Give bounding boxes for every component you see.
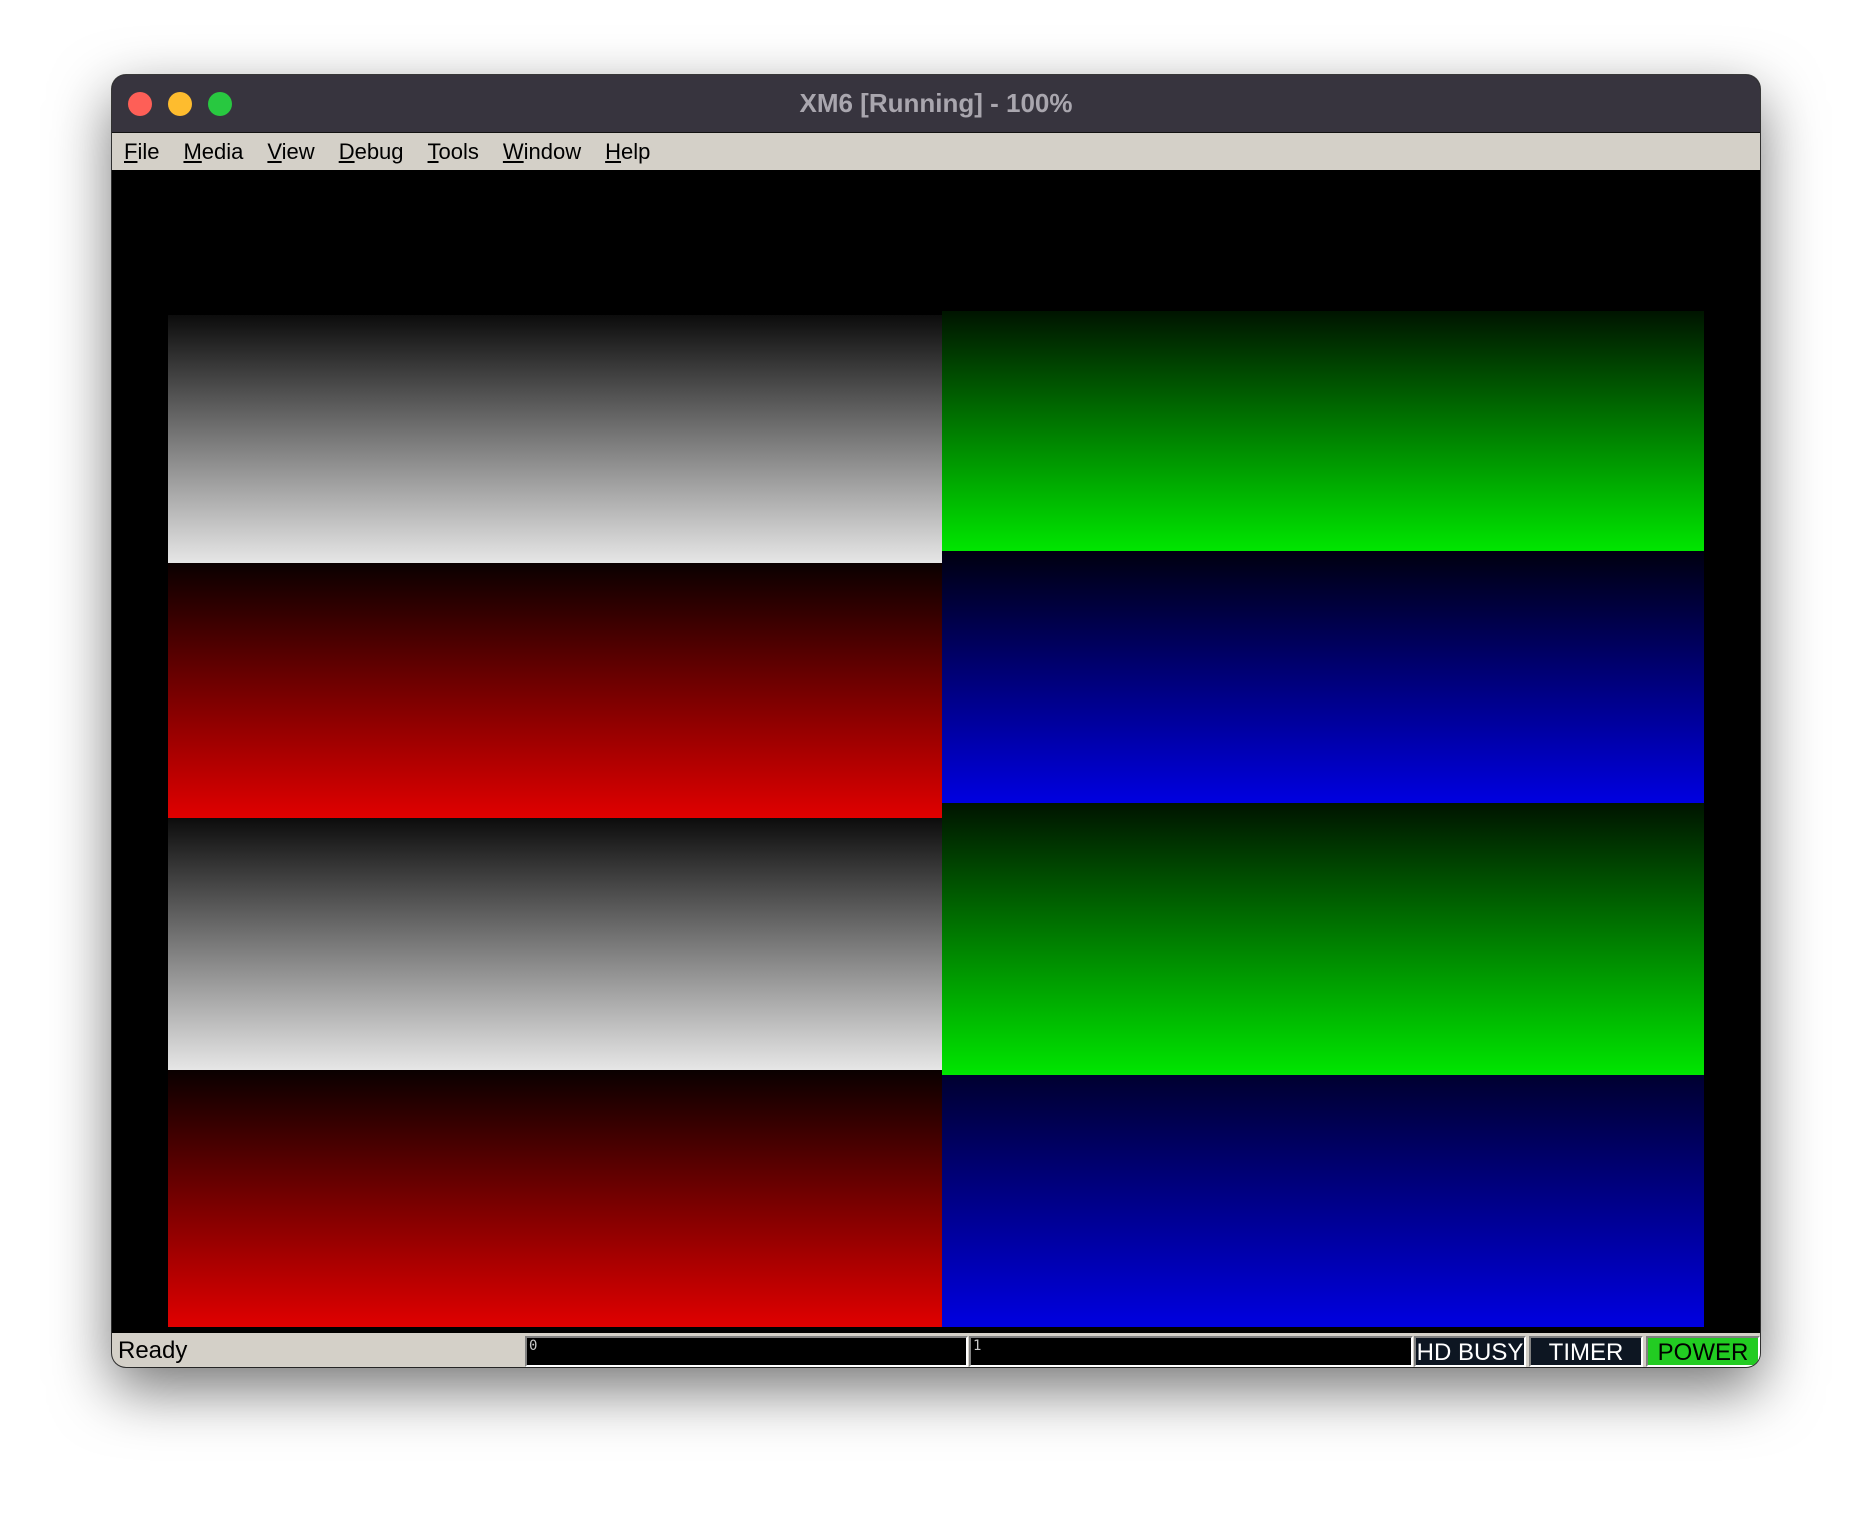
menu-label-rest: iew (281, 138, 315, 164)
menu-mnemonic: W (502, 138, 524, 164)
drive-0-label: 0 (529, 1338, 538, 1354)
red-gradient-2-panel (168, 1070, 942, 1327)
menu-label-rest: ebug (354, 138, 404, 164)
menu-label-rest: ools (438, 138, 479, 164)
menu-debug[interactable]: Debug (339, 139, 404, 165)
menu-tools[interactable]: Tools (428, 139, 479, 165)
power-indicator: POWER (1646, 1336, 1760, 1367)
menu-bar: File Media View Debug Tools Window Help (112, 133, 1760, 170)
green-gradient-2-panel (942, 803, 1704, 1075)
window-title: XM6 [Running] - 100% (799, 88, 1073, 118)
menu-file[interactable]: File (124, 139, 159, 165)
menu-mnemonic: F (124, 138, 138, 164)
menu-view[interactable]: View (267, 139, 314, 165)
menu-label-rest: ile (137, 138, 160, 164)
menu-label-rest: edia (201, 138, 244, 164)
hd-busy-indicator: HD BUSY (1414, 1336, 1526, 1367)
menu-mnemonic: T (427, 138, 439, 164)
menu-mnemonic: V (267, 138, 282, 164)
status-message: Ready (118, 1337, 188, 1364)
floppy-drive-1-status[interactable]: 1 (969, 1336, 1413, 1367)
timer-indicator: TIMER (1529, 1336, 1643, 1367)
menu-mnemonic: M (183, 138, 202, 164)
menu-window[interactable]: Window (503, 139, 581, 165)
drive-1-label: 1 (973, 1338, 982, 1354)
floppy-drive-0-status[interactable]: 0 (525, 1336, 968, 1367)
emulator-screen[interactable] (112, 170, 1760, 1333)
gray-gradient-2-panel (168, 818, 942, 1070)
status-bar: Ready 0 1 HD BUSY TIMER POWER (112, 1333, 1760, 1367)
menu-mnemonic: H (605, 138, 622, 164)
menu-label-rest: indow (523, 138, 582, 164)
menu-label-rest: elp (621, 138, 651, 164)
menu-media[interactable]: Media (183, 139, 243, 165)
app-window: XM6 [Running] - 100% File Media View Debug T… (112, 75, 1760, 1367)
menu-help[interactable]: Help (605, 139, 650, 165)
blue-gradient-2-panel (942, 1075, 1704, 1327)
red-gradient-1-panel (168, 563, 942, 818)
gray-gradient-1-panel (168, 315, 942, 563)
menu-mnemonic: D (338, 138, 355, 164)
title-bar[interactable]: XM6 [Running] - 100% (112, 75, 1760, 133)
green-gradient-1-panel (942, 311, 1704, 551)
blue-gradient-1-panel (942, 551, 1704, 803)
